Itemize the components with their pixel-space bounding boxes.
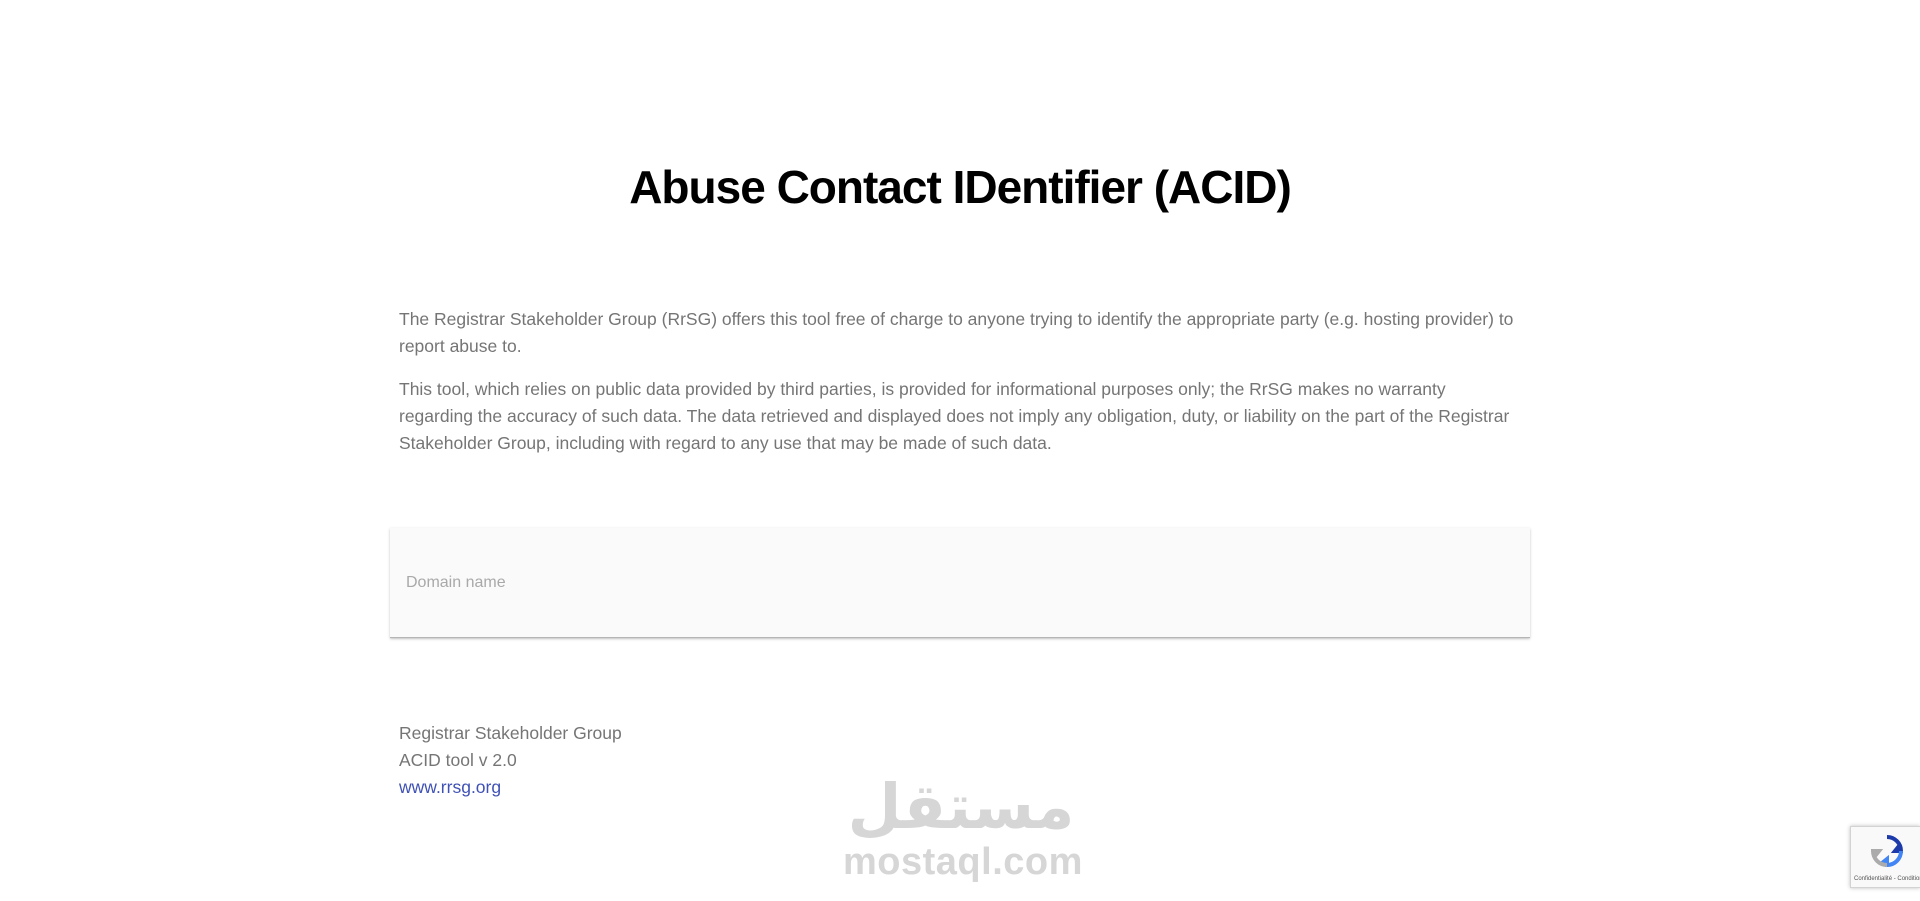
page: Abuse Contact IDentifier (ACID) The Regi… [0, 0, 1920, 901]
domain-input-container [390, 528, 1530, 638]
intro-paragraph: The Registrar Stakeholder Group (RrSG) o… [399, 309, 1514, 356]
recaptcha-icon [1870, 835, 1904, 868]
intro-section: The Registrar Stakeholder Group (RrSG) o… [399, 306, 1523, 473]
mostaql-watermark: مستقل mostaql.com [843, 770, 1083, 888]
recaptcha-badge[interactable]: Confidentialité - Conditions [1850, 826, 1920, 888]
domain-name-input[interactable] [406, 568, 1506, 598]
footer-website-link[interactable]: www.rrsg.org [399, 777, 501, 797]
disclaimer-paragraph: This tool, which relies on public data p… [399, 379, 1510, 453]
page-title: Abuse Contact IDentifier (ACID) [629, 161, 1292, 213]
watermark-arabic-text: مستقل [847, 770, 1075, 843]
recaptcha-terms: Confidentialité - Conditions [1854, 876, 1920, 882]
footer-org-name: Registrar Stakeholder Group [399, 723, 622, 743]
watermark-latin-text: mostaql.com [843, 841, 1083, 883]
